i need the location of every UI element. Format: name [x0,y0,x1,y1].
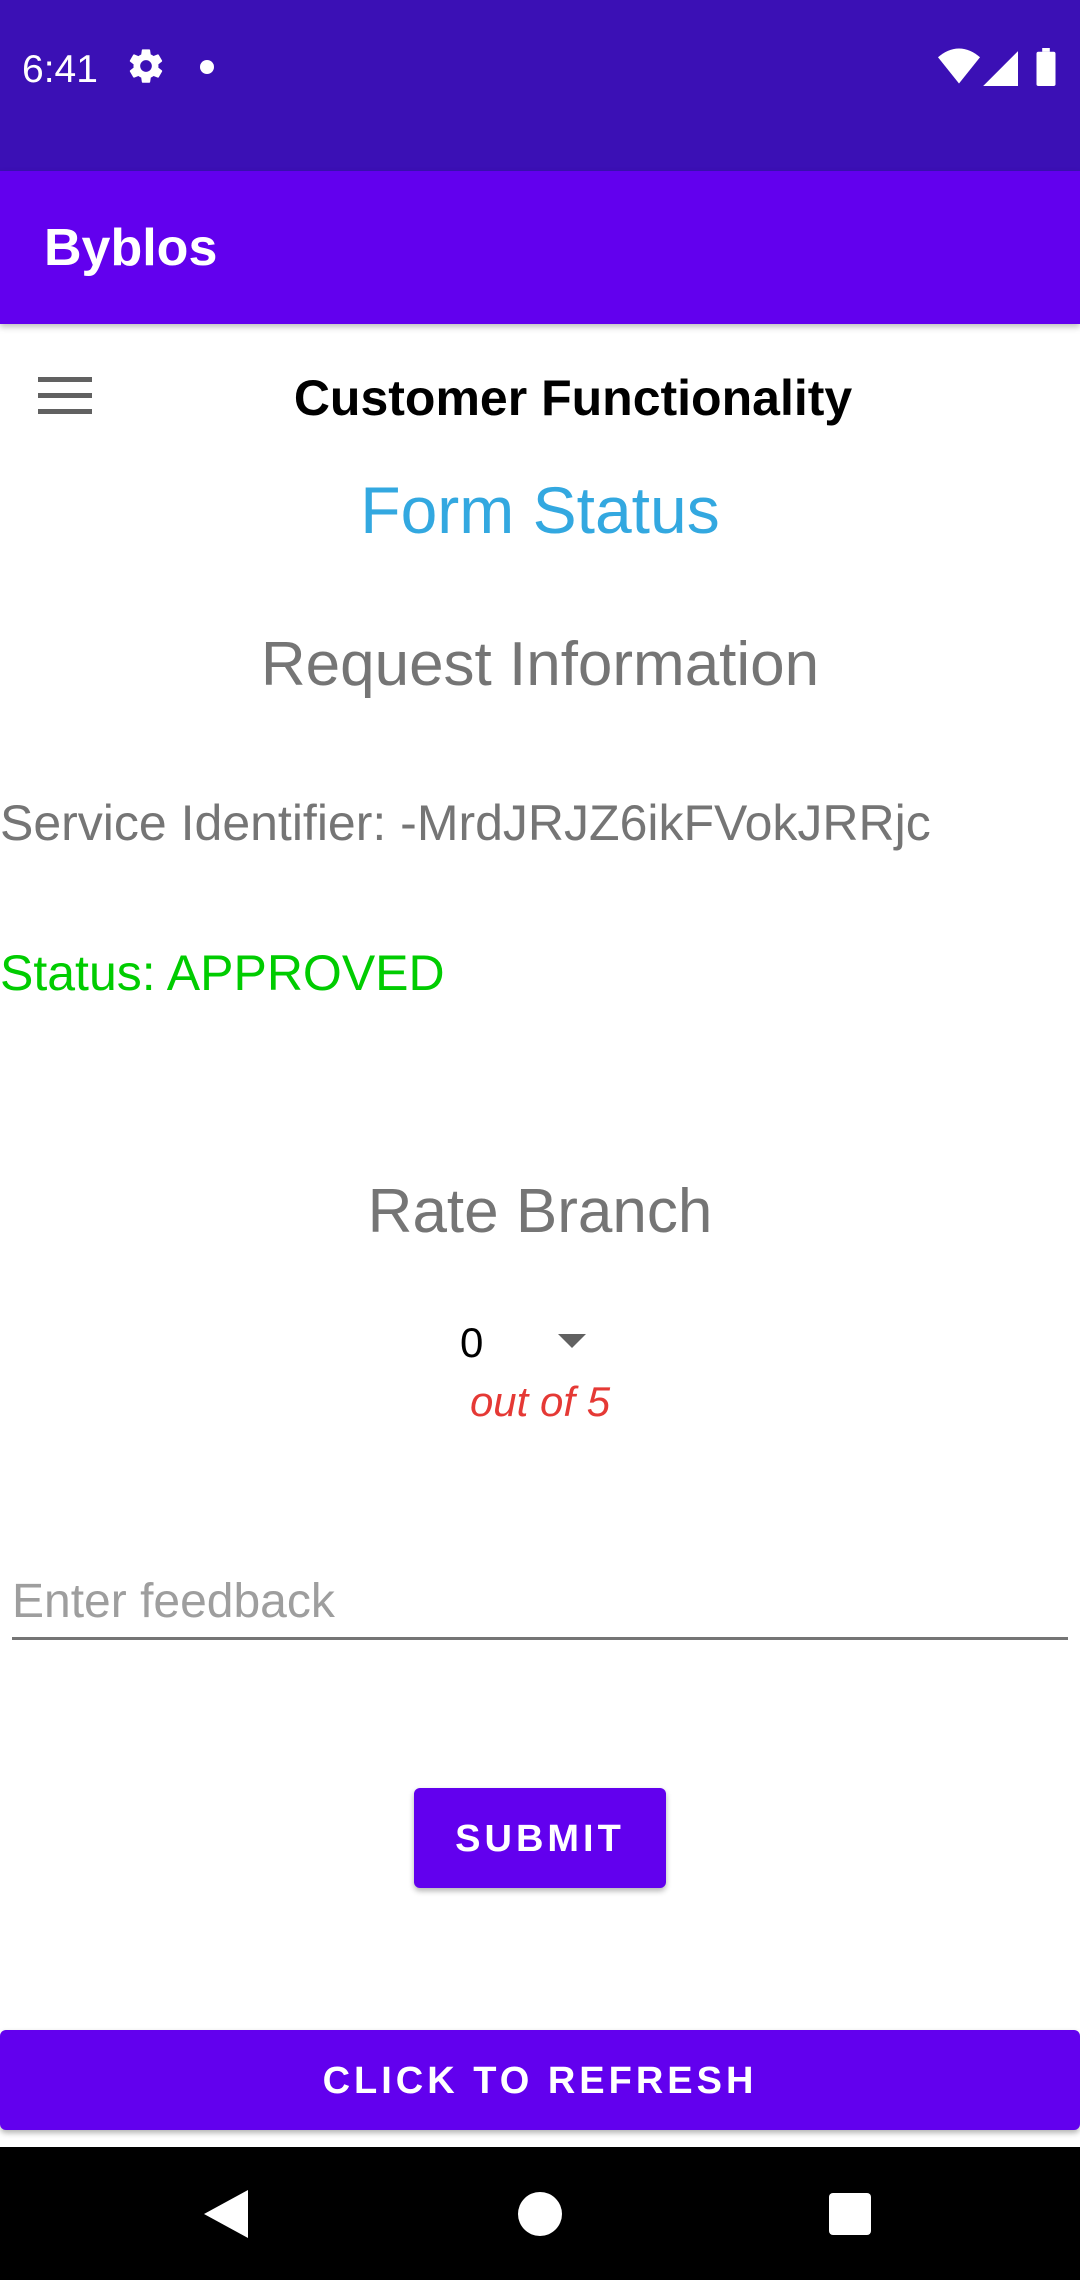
rating-dropdown[interactable]: 0 [446,1310,606,1376]
page-title: Customer Functionality [293,370,853,426]
submit-button[interactable]: SUBMIT [414,1788,666,1888]
notification-dot-icon [200,60,214,74]
gear-icon [129,49,163,83]
form-status-heading: Form Status [360,473,720,547]
refresh-button[interactable]: CLICK TO REFRESH [0,2030,1080,2130]
request-information-title: Request Information [260,630,820,699]
status-text: Status: APPROVED [0,945,445,1001]
home-icon[interactable] [518,2192,562,2236]
rate-branch-title: Rate Branch [367,1177,713,1246]
recent-apps-icon[interactable] [829,2193,871,2235]
wifi-icon [938,48,980,84]
rating-suffix: out of 5 [469,1378,611,1425]
back-icon[interactable] [204,2190,248,2238]
dropdown-arrow-icon [558,1334,586,1348]
rating-value: 0 [460,1319,484,1366]
battery-icon [1036,48,1056,86]
service-identifier-text: Service Identifier: -MrdJRJZ6ikFVokJRRjc [0,795,931,851]
feedback-input[interactable] [12,1565,1068,1640]
cell-signal-icon [983,51,1018,86]
app-title: Byblos [44,219,218,277]
status-time: 6:41 [22,48,98,91]
